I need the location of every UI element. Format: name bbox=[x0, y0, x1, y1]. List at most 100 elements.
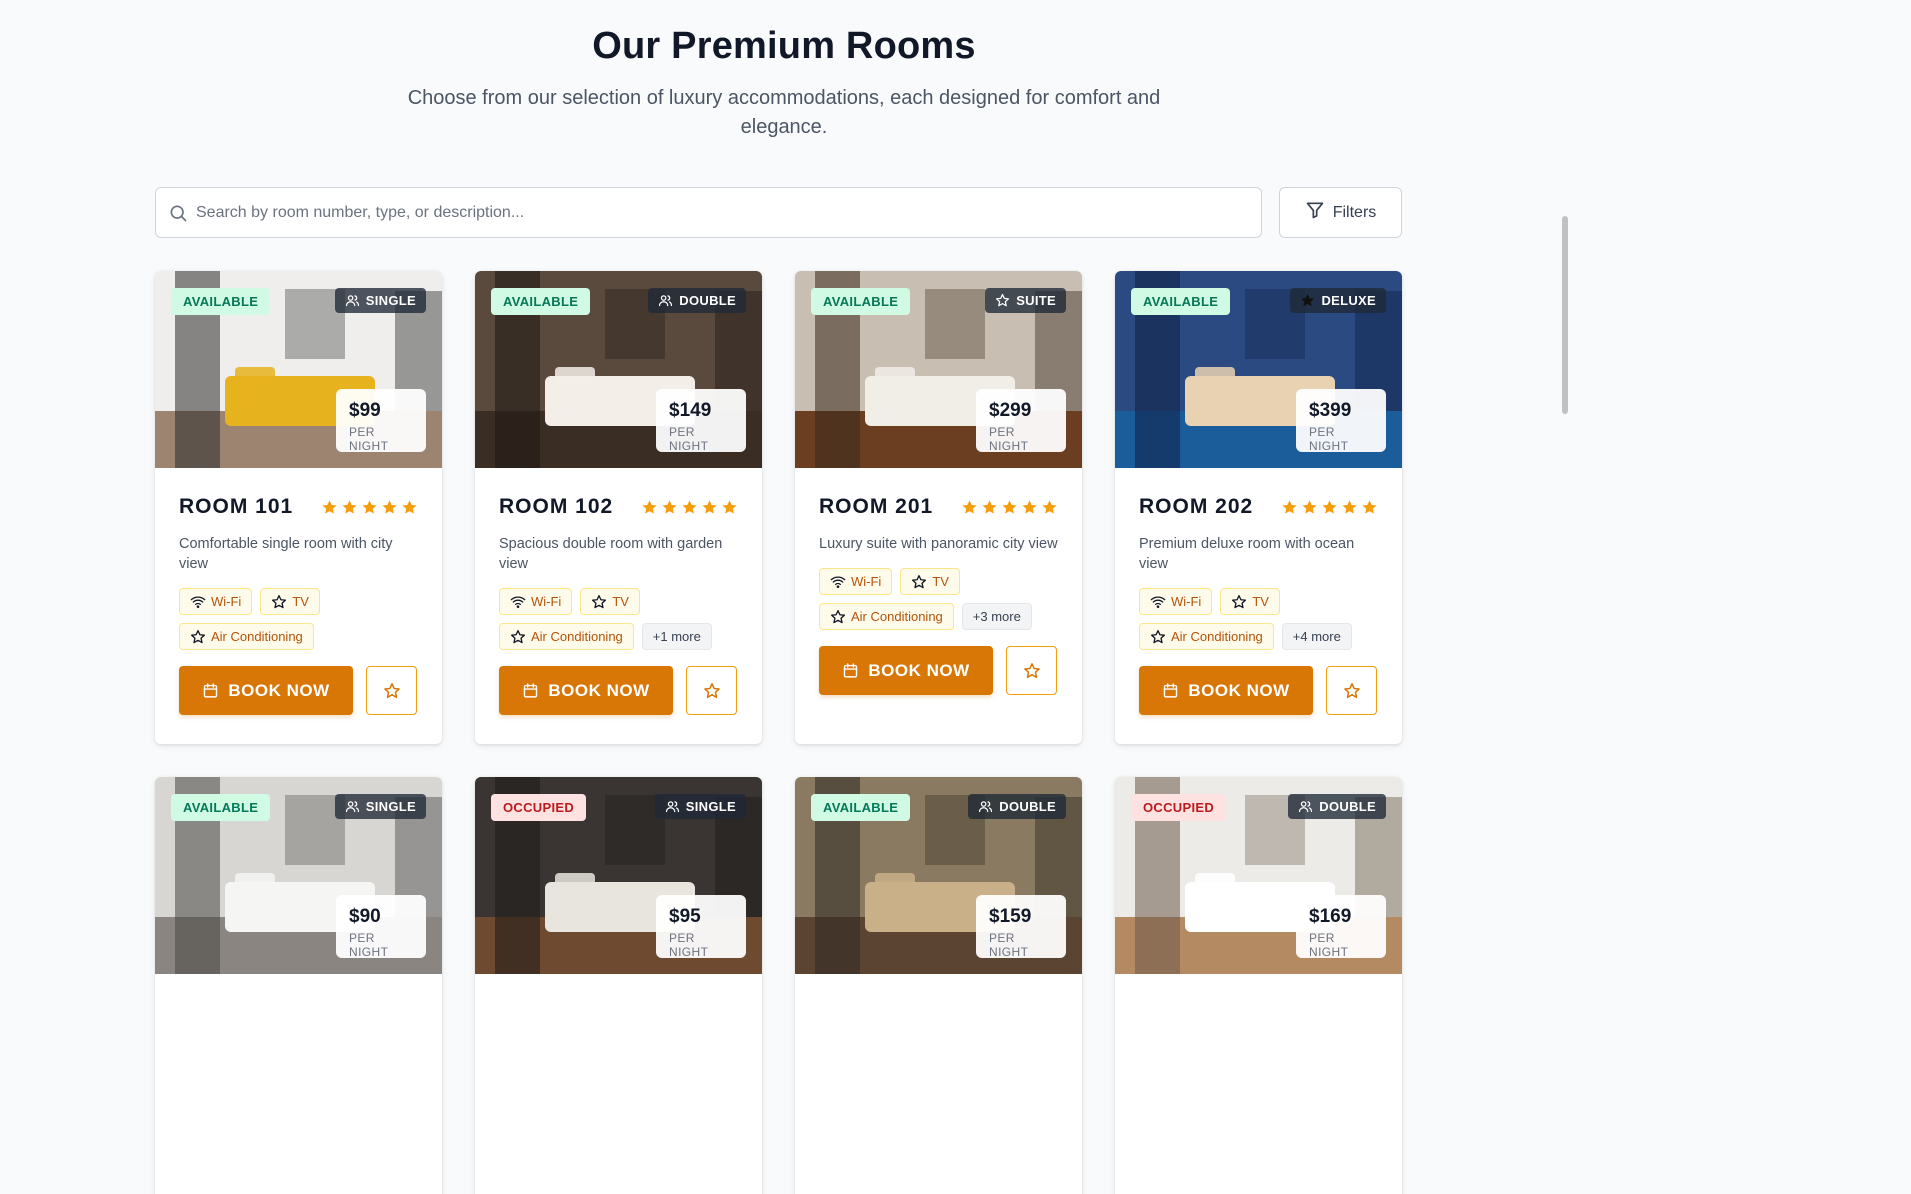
room-image[interactable]: AVAILABLE DOUBLE $159 PER NIGHT bbox=[795, 777, 1082, 974]
price-box: $159 PER NIGHT bbox=[976, 895, 1066, 959]
price-box: $99 PER NIGHT bbox=[336, 389, 426, 453]
amenity-tag: Wi-Fi bbox=[1139, 588, 1213, 615]
more-amenities-tag[interactable]: +1 more bbox=[641, 623, 712, 650]
room-type-label: DELUXE bbox=[1321, 293, 1376, 308]
price-value: $149 bbox=[669, 400, 712, 421]
filters-button[interactable]: Filters bbox=[1279, 187, 1402, 238]
star-outline-icon bbox=[271, 594, 287, 610]
amenity-tag: TV bbox=[580, 588, 640, 615]
favorite-button[interactable] bbox=[1006, 646, 1057, 695]
room-type-label: DOUBLE bbox=[679, 293, 736, 308]
price-value: $95 bbox=[669, 906, 701, 927]
star-outline-icon bbox=[1231, 594, 1247, 610]
search-box[interactable] bbox=[155, 187, 1262, 238]
rating-stars bbox=[641, 499, 738, 516]
room-image[interactable]: AVAILABLE DELUXE $399 PER NIGHT bbox=[1115, 271, 1402, 468]
room-image[interactable]: AVAILABLE SINGLE $99 PER NIGHT bbox=[155, 271, 442, 468]
price-value: $90 bbox=[349, 906, 381, 927]
price-label: PER NIGHT bbox=[1309, 931, 1349, 959]
wifi-icon bbox=[190, 594, 206, 610]
price-value: $169 bbox=[1309, 906, 1352, 927]
book-now-button[interactable]: BOOK NOW bbox=[1139, 666, 1313, 715]
search-icon bbox=[168, 203, 188, 223]
amenity-label: TV bbox=[1252, 594, 1269, 609]
price-value: $399 bbox=[1309, 400, 1352, 421]
book-now-button[interactable]: BOOK NOW bbox=[179, 666, 353, 715]
rating-star-icon bbox=[1281, 499, 1298, 516]
room-card[interactable]: AVAILABLE SINGLE $90 PER NIGHT bbox=[155, 777, 442, 1194]
room-title: ROOM 101 bbox=[179, 495, 294, 518]
page-subtitle: Choose from our selection of luxury acco… bbox=[407, 87, 1161, 138]
title-row: ROOM 201 bbox=[819, 492, 1058, 522]
room-image[interactable]: AVAILABLE SUITE $299 PER NIGHT bbox=[795, 271, 1082, 468]
room-type-badge: SINGLE bbox=[334, 794, 426, 819]
rating-star-icon bbox=[681, 499, 698, 516]
card-body: ROOM 101 Comfortable single room with cit… bbox=[155, 468, 442, 739]
more-amenities-tag[interactable]: +3 more bbox=[961, 603, 1032, 630]
price-label: PER NIGHT bbox=[989, 425, 1029, 453]
room-card[interactable]: AVAILABLE SINGLE $99 PER NIGHT ROOM 101 Comfo… bbox=[155, 271, 442, 744]
room-card[interactable]: AVAILABLE SUITE $299 PER NIGHT ROOM 201 Luxur… bbox=[795, 271, 1082, 744]
price-value: $159 bbox=[989, 906, 1032, 927]
card-actions: BOOK NOW bbox=[179, 666, 418, 715]
more-amenities-tag[interactable]: +4 more bbox=[1281, 623, 1352, 650]
wifi-icon bbox=[1150, 594, 1166, 610]
room-description: Spacious double room with garden view bbox=[499, 536, 723, 572]
users-icon bbox=[978, 799, 993, 814]
star-outline-icon bbox=[830, 609, 846, 625]
scrollbar-thumb[interactable] bbox=[1562, 216, 1568, 414]
price-label: PER NIGHT bbox=[669, 425, 709, 453]
users-icon bbox=[345, 799, 360, 814]
search-input[interactable] bbox=[196, 188, 1246, 237]
card-body: ROOM 202 Premium deluxe room with ocean v… bbox=[1115, 468, 1402, 739]
star-outline-icon bbox=[510, 629, 526, 645]
room-card[interactable]: AVAILABLE DOUBLE $159 PER NIGHT bbox=[795, 777, 1082, 1194]
price-box: $149 PER NIGHT bbox=[656, 389, 746, 453]
rating-star-icon bbox=[381, 499, 398, 516]
price-label: PER NIGHT bbox=[1309, 425, 1349, 453]
room-image[interactable]: AVAILABLE DOUBLE $149 PER NIGHT bbox=[475, 271, 762, 468]
star-outline-icon bbox=[190, 629, 206, 645]
price-value: $99 bbox=[349, 400, 381, 421]
favorite-button[interactable] bbox=[1326, 666, 1377, 715]
rating-star-icon bbox=[341, 499, 358, 516]
users-icon bbox=[658, 293, 673, 308]
rating-stars bbox=[321, 499, 418, 516]
card-actions: BOOK NOW bbox=[819, 646, 1058, 695]
room-card[interactable]: OCCUPIED SINGLE $95 PER NIGHT bbox=[475, 777, 762, 1194]
room-type-label: SINGLE bbox=[365, 799, 416, 814]
amenity-list: Wi-Fi TV Air Conditioning +1 more bbox=[499, 588, 738, 650]
card-body: ROOM 201 Luxury suite with panoramic city… bbox=[795, 468, 1082, 719]
wifi-icon bbox=[830, 574, 846, 590]
room-image[interactable]: AVAILABLE SINGLE $90 PER NIGHT bbox=[155, 777, 442, 974]
favorite-button[interactable] bbox=[366, 666, 417, 715]
star-icon bbox=[1023, 662, 1041, 680]
rating-star-icon bbox=[1301, 499, 1318, 516]
users-icon bbox=[345, 293, 360, 308]
room-card[interactable]: AVAILABLE DOUBLE $149 PER NIGHT ROOM 102 Spac… bbox=[475, 271, 762, 744]
room-card[interactable]: AVAILABLE DELUXE $399 PER NIGHT ROOM 202 Prem… bbox=[1115, 271, 1402, 744]
amenity-tag: TV bbox=[1220, 588, 1280, 615]
room-type-label: DOUBLE bbox=[999, 799, 1056, 814]
amenity-tag: TV bbox=[900, 568, 960, 595]
rating-star-icon bbox=[661, 499, 678, 516]
amenity-label: Air Conditioning bbox=[1171, 629, 1263, 644]
amenity-label: Wi-Fi bbox=[1171, 594, 1202, 609]
amenity-list: Wi-Fi TV Air Conditioning +3 more bbox=[819, 568, 1058, 630]
price-box: $90 PER NIGHT bbox=[336, 895, 426, 959]
favorite-button[interactable] bbox=[686, 666, 737, 715]
room-type-badge: DOUBLE bbox=[1288, 794, 1386, 819]
room-card[interactable]: OCCUPIED DOUBLE $169 PER NIGHT bbox=[1115, 777, 1402, 1194]
book-now-button[interactable]: BOOK NOW bbox=[499, 666, 673, 715]
book-now-button[interactable]: BOOK NOW bbox=[819, 646, 993, 695]
amenity-label: Wi-Fi bbox=[531, 594, 562, 609]
title-row: ROOM 102 bbox=[499, 492, 738, 522]
room-image[interactable]: OCCUPIED DOUBLE $169 PER NIGHT bbox=[1115, 777, 1402, 974]
room-image[interactable]: OCCUPIED SINGLE $95 PER NIGHT bbox=[475, 777, 762, 974]
title-row: ROOM 202 bbox=[1139, 492, 1378, 522]
amenity-tag: TV bbox=[260, 588, 320, 615]
filter-icon bbox=[1305, 200, 1325, 225]
amenity-tag: Wi-Fi bbox=[819, 568, 893, 595]
amenity-list: Wi-Fi TV Air Conditioning +4 more bbox=[1139, 588, 1378, 650]
room-type-badge: DOUBLE bbox=[968, 794, 1066, 819]
